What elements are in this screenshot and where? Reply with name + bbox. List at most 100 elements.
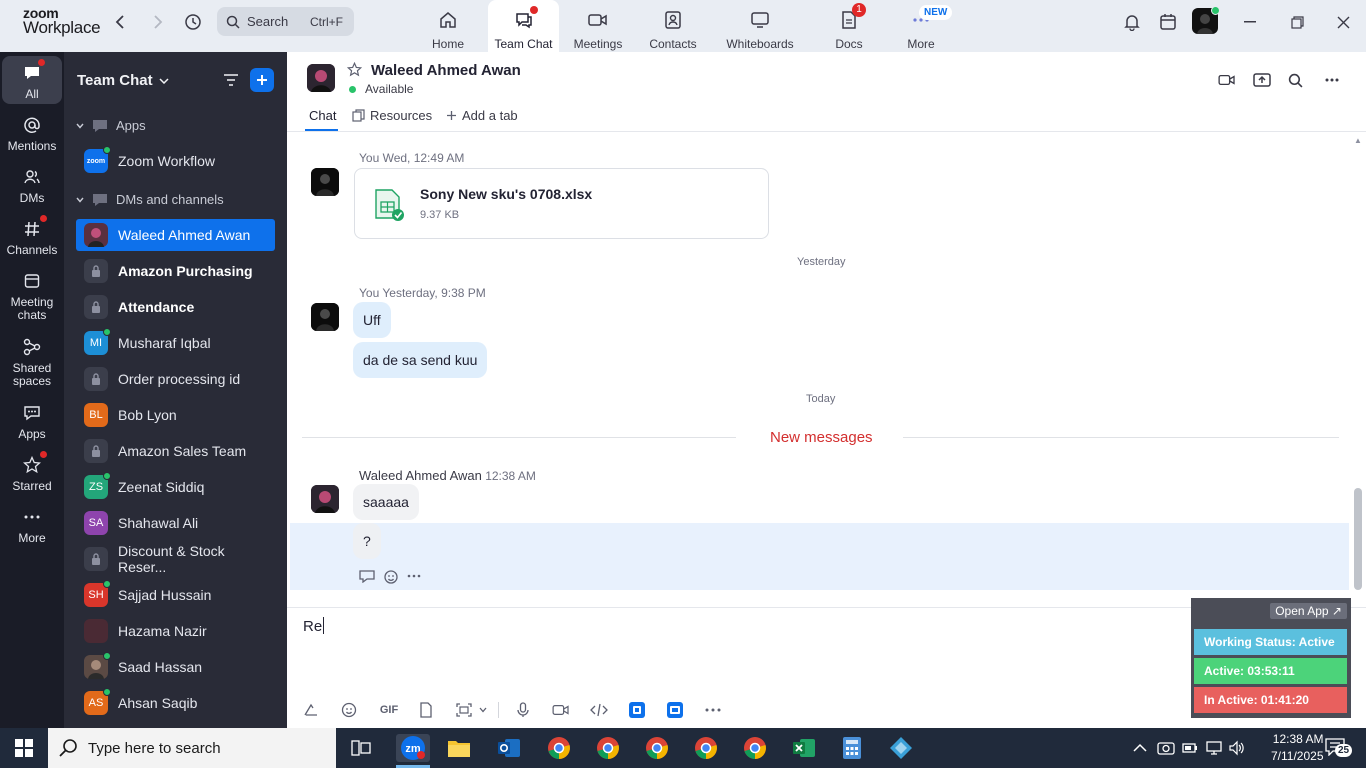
rail-all[interactable]: All <box>2 56 62 104</box>
battery-icon[interactable] <box>1181 740 1199 759</box>
message-bubble[interactable]: ? <box>353 523 381 559</box>
rail-dms[interactable]: DMs <box>2 166 62 205</box>
sidebar-item-saad[interactable]: Saad Hassan <box>76 651 275 683</box>
share-screen-icon[interactable] <box>1251 70 1273 90</box>
tab-meetings[interactable]: Meetings <box>572 0 624 52</box>
search-input[interactable]: Search Ctrl+F <box>217 7 354 36</box>
message-bubble[interactable]: Uff <box>353 302 391 338</box>
contact-avatar[interactable] <box>307 64 335 92</box>
gif-button[interactable]: GIF <box>377 700 401 720</box>
rail-starred[interactable]: Starred <box>2 451 62 493</box>
scroll-up-arrow[interactable]: ▲ <box>1354 136 1362 145</box>
windows-start-icon[interactable] <box>10 734 38 762</box>
restore-icon[interactable] <box>1286 11 1308 33</box>
sidebar-item-discount-stock[interactable]: Discount & Stock Reser... <box>76 543 275 575</box>
search-icon[interactable] <box>1284 70 1306 90</box>
file-explorer-icon[interactable] <box>445 734 473 762</box>
system-clock[interactable]: 12:38 AM 7/11/2025 <box>1271 731 1324 765</box>
message-bubble[interactable]: saaaaa <box>353 484 419 520</box>
my-avatar[interactable] <box>311 168 339 196</box>
screenshot-icon[interactable] <box>454 700 474 720</box>
network-icon[interactable] <box>1205 740 1223 759</box>
rail-channels[interactable]: Channels <box>2 215 62 257</box>
chevron-down-icon[interactable] <box>476 700 490 720</box>
tab-home[interactable]: Home <box>424 0 472 52</box>
rail-apps[interactable]: Apps <box>2 402 62 441</box>
sender-name[interactable]: Waleed Ahmed Awan <box>359 468 482 483</box>
chevron-up-icon[interactable] <box>1133 740 1147 756</box>
file-attachment[interactable]: Sony New sku's 0708.xlsx 9.37 KB <box>354 168 769 239</box>
new-chat-button[interactable] <box>250 68 274 92</box>
zoom-taskbar-icon[interactable]: zm <box>396 734 430 762</box>
attach-file-icon[interactable] <box>416 700 436 720</box>
profile-avatar[interactable] <box>1192 6 1220 34</box>
my-avatar[interactable] <box>311 303 339 331</box>
message-input[interactable]: Re <box>303 617 325 635</box>
sidebar-item-ahsan[interactable]: AS Ahsan Saqib <box>76 687 275 719</box>
emoji-icon[interactable] <box>339 700 359 720</box>
forward-arrow-icon[interactable] <box>146 10 170 34</box>
more-options-icon[interactable] <box>703 700 723 720</box>
tab-resources[interactable]: Resources <box>352 108 432 123</box>
app-icon-blue-2[interactable] <box>665 700 685 720</box>
rail-shared-spaces[interactable]: Shared spaces <box>2 336 62 388</box>
chrome-icon[interactable] <box>545 734 573 762</box>
sidebar-item-zeenat[interactable]: ZS Zeenat Siddiq <box>76 471 275 503</box>
code-snippet-icon[interactable] <box>589 700 609 720</box>
calculator-icon[interactable] <box>838 734 866 762</box>
close-icon[interactable] <box>1332 11 1354 33</box>
microphone-icon[interactable] <box>513 700 533 720</box>
add-tab-button[interactable]: Add a tab <box>446 108 518 123</box>
format-text-icon[interactable] <box>301 700 321 720</box>
history-icon[interactable] <box>181 10 205 34</box>
scrollbar-thumb[interactable] <box>1354 488 1362 590</box>
rail-mentions[interactable]: Mentions <box>2 114 62 153</box>
taskbar-search-input[interactable]: Type here to search <box>48 728 336 768</box>
sidebar-item-musharaf[interactable]: MI Musharaf Iqbal <box>76 327 275 359</box>
app-icon-blue[interactable] <box>627 700 647 720</box>
contact-name[interactable]: Waleed Ahmed Awan <box>371 62 521 79</box>
back-arrow-icon[interactable] <box>108 10 132 34</box>
calendar-icon[interactable] <box>1157 11 1179 33</box>
star-icon[interactable] <box>346 61 363 82</box>
app-diamond-icon[interactable] <box>887 734 915 762</box>
task-view-icon[interactable] <box>347 734 375 762</box>
message-bubble[interactable]: da de sa send kuu <box>353 342 488 378</box>
rail-more[interactable]: More <box>2 506 62 545</box>
sidebar-item-zoom-workflow[interactable]: zoom Zoom Workflow <box>76 145 275 177</box>
tab-chat[interactable]: Chat <box>309 108 336 123</box>
sidebar-item-amazon-purchasing[interactable]: Amazon Purchasing <box>76 255 275 287</box>
open-app-button[interactable]: Open App ↗ <box>1270 603 1347 619</box>
section-apps[interactable]: Apps <box>76 118 146 133</box>
notifications-icon[interactable]: 25 <box>1325 738 1353 759</box>
volume-icon[interactable] <box>1228 740 1246 759</box>
sidebar-item-sajjad[interactable]: SH Sajjad Hussain <box>76 579 275 611</box>
chrome-icon[interactable] <box>741 734 769 762</box>
sidebar-item-shahawal[interactable]: SA Shahawal Ali <box>76 507 275 539</box>
sidebar-item-order-processing[interactable]: Order processing id <box>76 363 275 395</box>
chrome-icon[interactable] <box>692 734 720 762</box>
reply-icon[interactable] <box>359 569 375 588</box>
tab-docs[interactable]: 1 Docs <box>832 0 866 52</box>
excel-icon[interactable] <box>790 734 818 762</box>
sidebar-item-waleed[interactable]: Waleed Ahmed Awan <box>76 219 275 251</box>
bell-icon[interactable] <box>1121 11 1143 33</box>
outlook-icon[interactable] <box>495 734 523 762</box>
sidebar-title[interactable]: Team Chat <box>77 72 169 89</box>
minimize-icon[interactable] <box>1239 11 1261 33</box>
chrome-icon[interactable] <box>594 734 622 762</box>
section-dms[interactable]: DMs and channels <box>76 192 224 207</box>
sidebar-item-amazon-sales[interactable]: Amazon Sales Team <box>76 435 275 467</box>
sidebar-item-hazama[interactable]: Hazama Nazir <box>76 615 275 647</box>
sidebar-item-bob-lyon[interactable]: BL Bob Lyon <box>76 399 275 431</box>
tab-whiteboards[interactable]: Whiteboards <box>724 0 796 52</box>
tab-contacts[interactable]: Contacts <box>648 0 698 52</box>
contact-avatar[interactable] <box>311 485 339 513</box>
tab-team-chat[interactable]: Team Chat <box>488 0 559 52</box>
video-call-icon[interactable] <box>1216 70 1238 90</box>
sidebar-item-attendance[interactable]: Attendance <box>76 291 275 323</box>
filter-icon[interactable] <box>221 70 241 90</box>
camera-tray-icon[interactable] <box>1157 740 1175 759</box>
add-reaction-icon[interactable] <box>383 569 399 588</box>
chrome-icon[interactable] <box>643 734 671 762</box>
